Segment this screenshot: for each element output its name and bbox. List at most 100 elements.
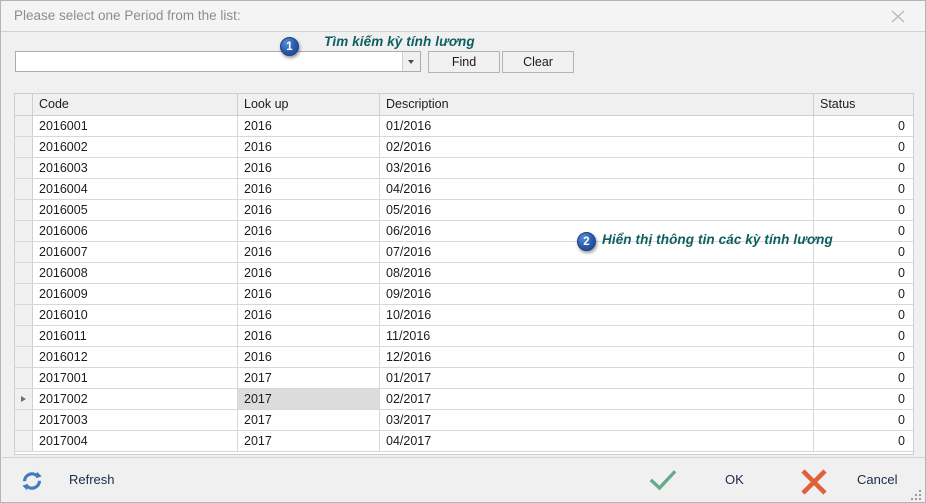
cell-lookup[interactable]: 2016: [238, 179, 380, 199]
row-indicator[interactable]: [15, 242, 33, 262]
chevron-down-icon[interactable]: [402, 52, 420, 71]
row-indicator[interactable]: [15, 200, 33, 220]
grid-header-code[interactable]: Code: [33, 94, 238, 115]
cell-lookup[interactable]: 2017: [238, 431, 380, 451]
cell-description[interactable]: 12/2016: [380, 347, 814, 367]
cell-description[interactable]: 01/2016: [380, 116, 814, 136]
cell-code[interactable]: 2016002: [33, 137, 238, 157]
cell-description[interactable]: 04/2017: [380, 431, 814, 451]
row-indicator[interactable]: [15, 137, 33, 157]
row-indicator[interactable]: [15, 263, 33, 283]
cell-status[interactable]: 0: [814, 137, 913, 157]
cell-status[interactable]: 0: [814, 410, 913, 430]
row-indicator[interactable]: [15, 305, 33, 325]
row-indicator[interactable]: [15, 326, 33, 346]
table-row[interactable]: 2016003 2016 03/2016 0: [15, 158, 913, 179]
cell-status[interactable]: 0: [814, 284, 913, 304]
cell-description[interactable]: 05/2016: [380, 200, 814, 220]
refresh-button[interactable]: Refresh: [69, 472, 115, 487]
cell-lookup[interactable]: 2017: [238, 368, 380, 388]
cell-code[interactable]: 2016003: [33, 158, 238, 178]
cell-status[interactable]: 0: [814, 326, 913, 346]
cell-lookup[interactable]: 2016: [238, 200, 380, 220]
cell-description[interactable]: 09/2016: [380, 284, 814, 304]
cell-status[interactable]: 0: [814, 200, 913, 220]
row-indicator[interactable]: [15, 410, 33, 430]
cell-code[interactable]: 2016006: [33, 221, 238, 241]
cell-status[interactable]: 0: [814, 179, 913, 199]
cell-code[interactable]: 2016009: [33, 284, 238, 304]
check-icon[interactable]: [648, 467, 678, 499]
cell-description[interactable]: 04/2016: [380, 179, 814, 199]
row-indicator[interactable]: [15, 368, 33, 388]
row-indicator[interactable]: [15, 116, 33, 136]
cell-code[interactable]: 2016011: [33, 326, 238, 346]
cell-lookup[interactable]: 2016: [238, 137, 380, 157]
cell-status[interactable]: 0: [814, 431, 913, 451]
row-indicator[interactable]: [15, 347, 33, 367]
cell-description[interactable]: 11/2016: [380, 326, 814, 346]
cell-lookup[interactable]: 2016: [238, 326, 380, 346]
cell-lookup[interactable]: 2017: [238, 410, 380, 430]
cell-lookup[interactable]: 2016: [238, 305, 380, 325]
cell-code[interactable]: 2016012: [33, 347, 238, 367]
grid-header-lookup[interactable]: Look up: [238, 94, 380, 115]
row-indicator[interactable]: [15, 389, 33, 409]
cell-lookup[interactable]: 2016: [238, 116, 380, 136]
cell-description[interactable]: 02/2016: [380, 137, 814, 157]
cell-code[interactable]: 2017003: [33, 410, 238, 430]
cell-lookup[interactable]: 2016: [238, 263, 380, 283]
table-row[interactable]: 2016001 2016 01/2016 0: [15, 116, 913, 137]
table-row[interactable]: 2017003 2017 03/2017 0: [15, 410, 913, 431]
cell-lookup[interactable]: 2016: [238, 221, 380, 241]
cell-description[interactable]: 03/2016: [380, 158, 814, 178]
table-row[interactable]: 2016009 2016 09/2016 0: [15, 284, 913, 305]
cell-lookup[interactable]: 2016: [238, 347, 380, 367]
grid-header-status[interactable]: Status: [814, 94, 913, 115]
cell-status[interactable]: 0: [814, 116, 913, 136]
cell-status[interactable]: 0: [814, 389, 913, 409]
cell-status[interactable]: 0: [814, 158, 913, 178]
cell-status[interactable]: 0: [814, 263, 913, 283]
grid-header-description[interactable]: Description: [380, 94, 814, 115]
resize-grip[interactable]: [909, 488, 923, 502]
cell-lookup[interactable]: 2016: [238, 284, 380, 304]
cell-description[interactable]: 03/2017: [380, 410, 814, 430]
cell-code[interactable]: 2017001: [33, 368, 238, 388]
cell-status[interactable]: 0: [814, 368, 913, 388]
row-indicator[interactable]: [15, 158, 33, 178]
table-row[interactable]: 2016010 2016 10/2016 0: [15, 305, 913, 326]
x-icon[interactable]: [797, 466, 831, 498]
search-input[interactable]: [16, 52, 402, 71]
clear-button[interactable]: Clear: [502, 51, 574, 73]
table-row[interactable]: 2016012 2016 12/2016 0: [15, 347, 913, 368]
table-row[interactable]: 2017004 2017 04/2017 0: [15, 431, 913, 452]
cell-description[interactable]: 01/2017: [380, 368, 814, 388]
close-button[interactable]: [875, 1, 921, 31]
cancel-button[interactable]: Cancel: [857, 472, 897, 487]
table-row[interactable]: 2016005 2016 05/2016 0: [15, 200, 913, 221]
cell-code[interactable]: 2016001: [33, 116, 238, 136]
table-row[interactable]: 2016002 2016 02/2016 0: [15, 137, 913, 158]
cell-status[interactable]: 0: [814, 347, 913, 367]
ok-button[interactable]: OK: [725, 472, 744, 487]
cell-code[interactable]: 2016004: [33, 179, 238, 199]
cell-code[interactable]: 2016005: [33, 200, 238, 220]
table-row[interactable]: 2016008 2016 08/2016 0: [15, 263, 913, 284]
cell-lookup[interactable]: 2016: [238, 158, 380, 178]
cell-code[interactable]: 2017002: [33, 389, 238, 409]
cell-status[interactable]: 0: [814, 305, 913, 325]
row-indicator[interactable]: [15, 431, 33, 451]
refresh-icon[interactable]: [18, 467, 46, 499]
cell-code[interactable]: 2016008: [33, 263, 238, 283]
cell-description[interactable]: 08/2016: [380, 263, 814, 283]
table-row[interactable]: 2016011 2016 11/2016 0: [15, 326, 913, 347]
table-row[interactable]: 2017002 2017 02/2017 0: [15, 389, 913, 410]
row-indicator[interactable]: [15, 179, 33, 199]
cell-code[interactable]: 2017004: [33, 431, 238, 451]
search-combobox[interactable]: [15, 51, 421, 72]
cell-code[interactable]: 2016010: [33, 305, 238, 325]
cell-lookup[interactable]: 2017: [238, 389, 380, 409]
row-indicator[interactable]: [15, 221, 33, 241]
cell-description[interactable]: 02/2017: [380, 389, 814, 409]
